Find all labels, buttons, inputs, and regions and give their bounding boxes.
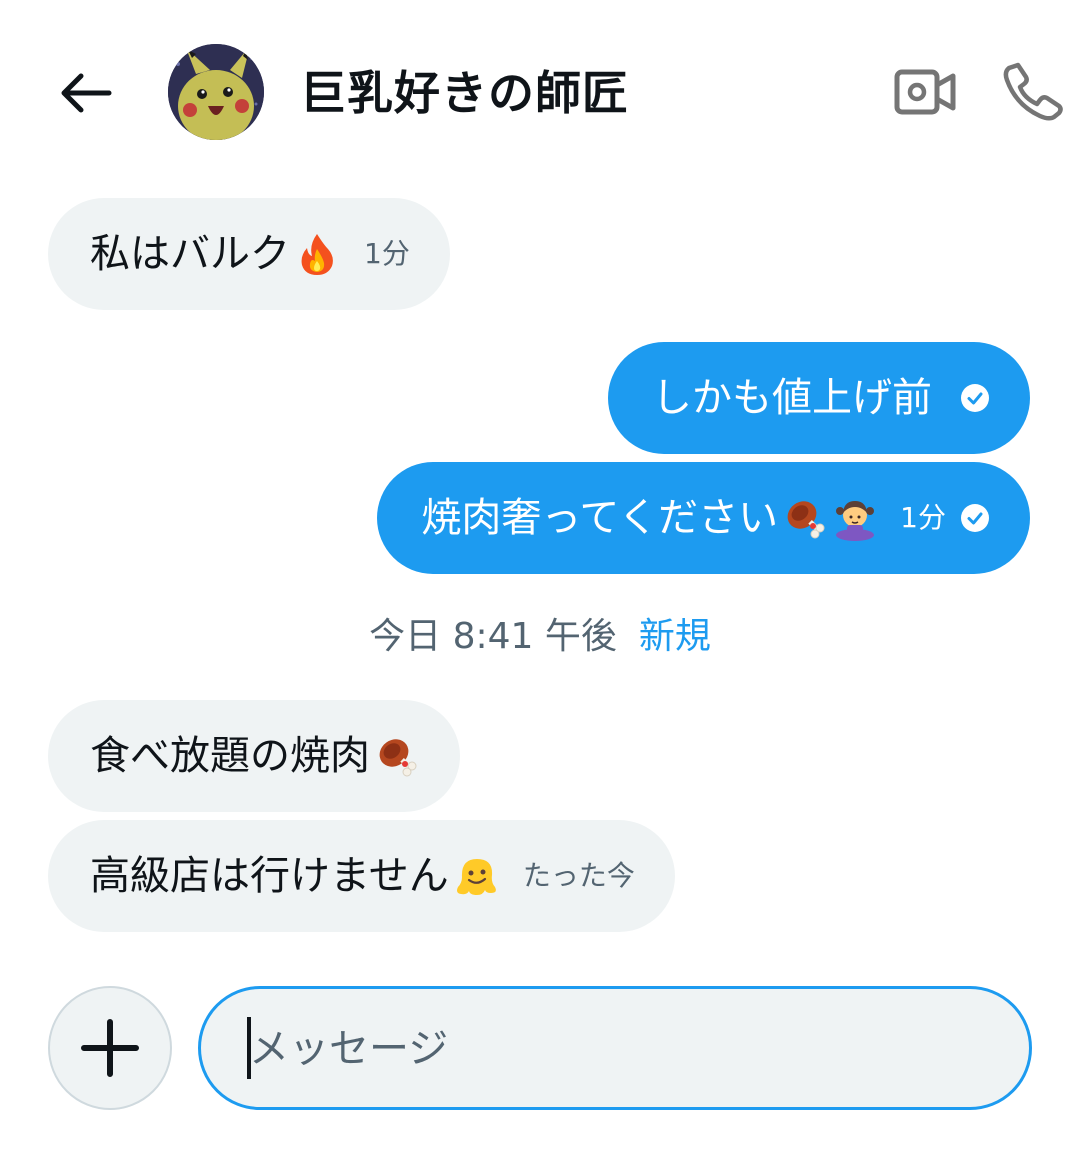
avatar[interactable] [168, 44, 264, 140]
message-time: 1分 [364, 237, 410, 270]
date-divider: 今日 8:41 午後 新規 [0, 612, 1080, 662]
melting-face-emoji [456, 859, 496, 895]
message-text: 私はバルク [90, 231, 290, 277]
incoming-message[interactable]: 私はバルク 1分 [48, 198, 450, 310]
arrow-left-icon [61, 73, 112, 113]
message-text: 高級店は行けません [90, 853, 449, 899]
new-messages-label: 新規 [638, 616, 711, 657]
meat-on-bone-emoji [787, 501, 825, 539]
message-time: たった今 [522, 859, 635, 892]
person-bowing-emoji [836, 501, 875, 541]
divider-timestamp: 今日 8:41 午後 [369, 616, 617, 657]
incoming-message[interactable]: 食べ放題の焼肉 [48, 700, 460, 812]
back-button[interactable] [52, 60, 118, 126]
phone-icon [1003, 62, 1063, 121]
pikachu-avatar-image [168, 44, 264, 140]
fire-emoji [301, 234, 333, 275]
outgoing-message[interactable]: しかも値上げ前 [608, 342, 1030, 454]
voice-call-button[interactable] [1000, 58, 1066, 124]
plus-icon [81, 1019, 139, 1077]
message-text: 食べ放題の焼肉 [90, 733, 370, 779]
text-cursor [247, 1017, 251, 1079]
message-input[interactable] [247, 1009, 991, 1089]
incoming-message[interactable]: 高級店は行けません たった今 [48, 820, 675, 932]
message-time: 1分 [900, 501, 946, 534]
video-camera-icon [894, 69, 956, 115]
contact-name[interactable]: 巨乳好きの師匠 [300, 64, 629, 122]
message-text: 焼肉奢ってください [421, 495, 779, 541]
read-check-icon [961, 504, 989, 532]
message-composer[interactable] [198, 986, 1032, 1110]
meat-on-bone-emoji [379, 739, 417, 777]
add-attachment-button[interactable] [48, 986, 172, 1110]
conversation-header: 巨乳好きの師匠 [0, 0, 1080, 180]
video-call-button[interactable] [890, 64, 960, 120]
message-text: しかも値上げ前 [652, 375, 932, 421]
read-check-icon [961, 384, 989, 412]
outgoing-message[interactable]: 焼肉奢ってください 1分 [377, 462, 1030, 574]
